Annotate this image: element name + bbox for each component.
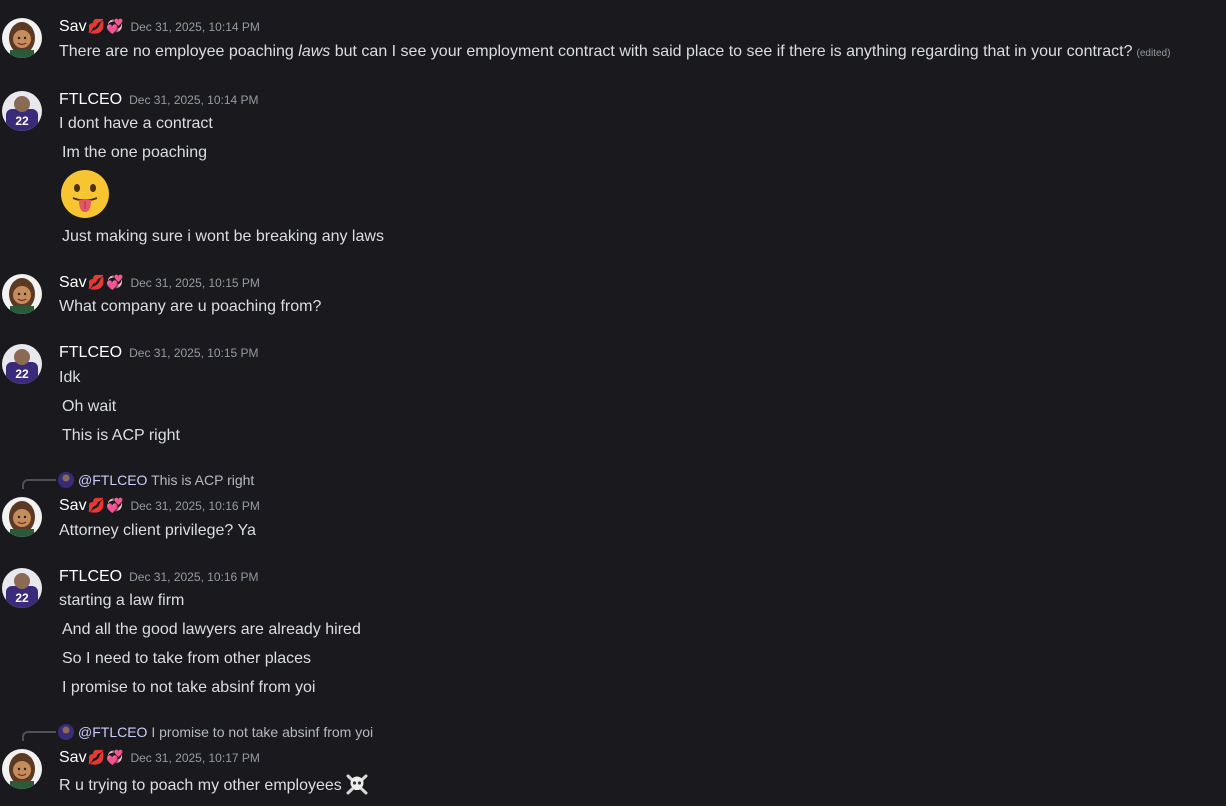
message-text: Just making sure i wont be breaking any … [62,228,384,245]
username[interactable]: Sav [59,274,87,292]
message-header: Sav 💋 💞 Dec 31, 2025, 10:14 PM [59,18,260,38]
username[interactable]: Sav [59,497,87,515]
reply-preview[interactable]: @FTLCEO I promise to not take absinf fro… [0,723,420,741]
revolving-hearts-icon: 💞 [106,18,124,34]
reply-mention: @FTLCEO [78,724,148,740]
skull-and-crossbones-icon [346,774,368,795]
svg-text:22: 22 [15,114,29,128]
reply-text: @FTLCEO This is ACP right [78,472,255,488]
lips-emoji-icon: 💋 [87,749,106,765]
timestamp[interactable]: Dec 31, 2025, 10:16 PM [129,570,258,584]
lips-emoji-icon: 💋 [87,497,106,513]
message-text: This is ACP right [62,427,180,444]
message-text: And all the good lawyers are already hir… [62,621,361,638]
timestamp[interactable]: Dec 31, 2025, 10:15 PM [130,276,259,290]
edited-label: (edited) [1136,48,1171,59]
avatar-ftlceo[interactable]: 22 [2,91,42,131]
message-header: FTLCEO Dec 31, 2025, 10:15 PM [59,344,259,364]
message-header: Sav 💋 💞 Dec 31, 2025, 10:16 PM [59,497,260,517]
username[interactable]: Sav [59,749,87,767]
message-text: Oh wait [62,398,117,415]
revolving-hearts-icon: 💞 [106,749,124,765]
chat-message-list: Sav 💋 💞 Dec 31, 2025, 10:14 PM There are… [0,0,1226,806]
reply-avatar-ftlceo [58,472,74,488]
message-header: Sav 💋 💞 Dec 31, 2025, 10:17 PM [59,749,260,769]
message-text: So I need to take from other places [62,650,312,667]
timestamp[interactable]: Dec 31, 2025, 10:16 PM [130,499,259,513]
username[interactable]: Sav [59,18,87,36]
svg-text:22: 22 [15,591,29,605]
timestamp[interactable]: Dec 31, 2025, 10:15 PM [129,346,258,360]
message-text: Im the one poaching [62,144,207,161]
lips-emoji-icon: 💋 [87,18,106,34]
avatar-ftlceo[interactable]: 22 [2,344,42,384]
timestamp[interactable]: Dec 31, 2025, 10:14 PM [130,20,259,34]
avatar-sav[interactable] [2,749,42,789]
reply-text: @FTLCEO I promise to not take absinf fro… [78,724,374,740]
avatar-ftlceo[interactable]: 22 [2,568,42,608]
message-text: starting a law firm [59,592,185,609]
revolving-hearts-icon: 💞 [106,497,124,513]
avatar-sav[interactable] [2,18,42,58]
timestamp[interactable]: Dec 31, 2025, 10:14 PM [129,93,258,107]
message-header: Sav 💋 💞 Dec 31, 2025, 10:15 PM [59,274,260,294]
reply-mention: @FTLCEO [78,472,148,488]
username[interactable]: FTLCEO [59,568,122,586]
message-text: What company are u poaching from? [59,298,322,315]
lips-emoji-icon: 💋 [87,274,106,290]
message-header: FTLCEO Dec 31, 2025, 10:16 PM [59,568,259,588]
message-text: I promise to not take absinf from yoi [62,679,316,696]
face-with-tongue-icon [61,170,109,218]
reply-preview[interactable]: @FTLCEO This is ACP right [0,471,400,489]
message-header: FTLCEO Dec 31, 2025, 10:14 PM [59,91,259,111]
username[interactable]: FTLCEO [59,344,122,362]
reply-spine [22,479,56,489]
username[interactable]: FTLCEO [59,91,122,109]
revolving-hearts-icon: 💞 [106,274,124,290]
message-text: Attorney client privilege? Ya [59,522,256,539]
message-text: There are no employee poaching laws but … [59,43,1171,60]
message-text: I dont have a contract [59,115,213,132]
message-text: Idk [59,369,81,386]
message-text: R u trying to poach my other employees [59,773,368,796]
avatar-sav[interactable] [2,497,42,537]
avatar-sav[interactable] [2,274,42,314]
svg-text:22: 22 [15,367,29,381]
reply-avatar-ftlceo [58,724,74,740]
timestamp[interactable]: Dec 31, 2025, 10:17 PM [130,751,259,765]
reply-spine [22,731,56,741]
